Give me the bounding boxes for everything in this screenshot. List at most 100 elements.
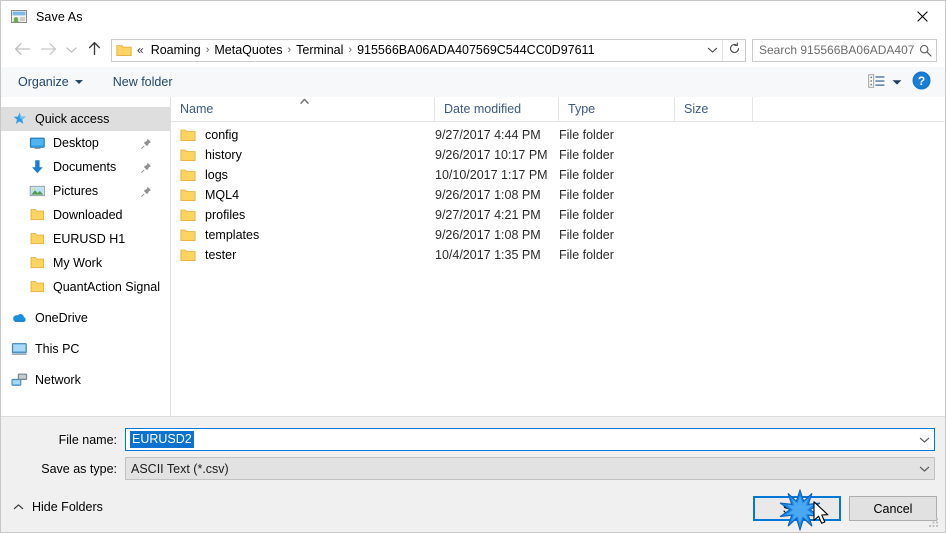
table-row[interactable]: profiles 9/27/2017 4:21 PM File folder	[171, 205, 945, 225]
file-date-cell: 9/26/2017 1:08 PM	[435, 228, 541, 242]
back-arrow-icon	[14, 42, 31, 59]
this-pc-icon	[11, 341, 28, 357]
sidebar-item-network[interactable]: Network	[1, 368, 170, 392]
sidebar-item-my-work[interactable]: My Work	[1, 251, 170, 275]
column-header-type[interactable]: Type	[559, 97, 675, 121]
change-view-button[interactable]	[863, 71, 907, 94]
organize-button[interactable]: Organize	[11, 71, 90, 93]
sidebar-item-documents[interactable]: Documents	[1, 155, 170, 179]
chevron-down-icon	[919, 462, 930, 476]
chevron-down-icon	[65, 43, 77, 57]
breadcrumb-item-terminal[interactable]: Terminal	[293, 41, 346, 59]
chevron-down-icon	[74, 80, 83, 84]
new-folder-button[interactable]: New folder	[106, 71, 180, 93]
pin-icon	[141, 138, 152, 149]
sidebar-item-eurusd-h1[interactable]: EURUSD H1	[1, 227, 170, 251]
sidebar-item-onedrive[interactable]: OneDrive	[1, 306, 170, 330]
table-row[interactable]: logs 10/10/2017 1:17 PM File folder	[171, 165, 945, 185]
file-date-cell: 9/26/2017 10:17 PM	[435, 148, 548, 162]
star-pin-icon	[11, 111, 28, 127]
sidebar-item-pictures[interactable]: Pictures	[1, 179, 170, 203]
folder-icon	[29, 255, 46, 271]
file-name-dropdown-button[interactable]	[914, 433, 934, 447]
organize-label: Organize	[18, 75, 69, 89]
sidebar-item-this-pc[interactable]: This PC	[1, 337, 170, 361]
save-as-type-label: Save as type:	[41, 461, 117, 476]
save-button-label: Save	[782, 501, 812, 516]
svg-text:?: ?	[917, 74, 924, 88]
table-row[interactable]: history 9/26/2017 10:17 PM File folder	[171, 145, 945, 165]
sidebar-item-label: Network	[35, 373, 81, 387]
refresh-button[interactable]	[722, 39, 745, 61]
file-type-cell: File folder	[559, 248, 614, 262]
up-button[interactable]	[81, 37, 107, 63]
file-type-cell: File folder	[559, 148, 614, 162]
sidebar-item-label: Downloaded	[53, 208, 123, 222]
file-name-input[interactable]: EURUSD2	[125, 428, 935, 451]
breadcrumb-overflow[interactable]: «	[132, 43, 148, 57]
breadcrumb-separator-icon[interactable]: ›	[204, 44, 212, 56]
table-row[interactable]: MQL4 9/26/2017 1:08 PM File folder	[171, 185, 945, 205]
save-as-type-dropdown-button[interactable]	[914, 462, 934, 476]
table-row[interactable]: tester 10/4/2017 1:35 PM File folder	[171, 245, 945, 265]
sidebar-item-label: EURUSD H1	[53, 232, 126, 246]
file-name-cell: logs	[171, 165, 435, 185]
table-row[interactable]: config 9/27/2017 4:44 PM File folder	[171, 125, 945, 145]
forward-button[interactable]	[35, 37, 61, 63]
recent-locations-button[interactable]	[61, 37, 81, 63]
folder-icon	[29, 207, 46, 223]
sidebar-item-downloaded[interactable]: Downloaded	[1, 203, 170, 227]
breadcrumb-item-metaquotes[interactable]: MetaQuotes	[211, 41, 285, 59]
file-name-cell: profiles	[171, 205, 435, 225]
file-name-label: tester	[205, 248, 237, 262]
search-box[interactable]: Search 915566BA06ADA40756...	[752, 38, 937, 62]
new-folder-label: New folder	[112, 75, 173, 89]
file-size-cell	[675, 145, 753, 165]
resize-grip-icon[interactable]	[927, 515, 941, 529]
hide-folders-button[interactable]: Hide Folders	[13, 500, 103, 514]
chevron-down-icon	[892, 75, 902, 89]
file-size-cell	[675, 205, 753, 225]
save-as-type-select[interactable]: ASCII Text (*.csv)	[125, 457, 935, 480]
navigation-bar: « Roaming › MetaQuotes › Terminal › 9155…	[1, 33, 945, 67]
column-header-date-modified[interactable]: Date modified	[435, 97, 559, 121]
folder-icon	[180, 128, 196, 142]
chevron-down-icon	[707, 43, 718, 57]
breadcrumb-item-guid[interactable]: 915566BA06ADA407569C544CC0D97611	[354, 41, 597, 59]
pin-icon	[141, 162, 152, 173]
sidebar-item-desktop[interactable]: Desktop	[1, 131, 170, 155]
sidebar-item-quantaction-signal[interactable]: QuantAction Signal	[1, 275, 170, 299]
help-button[interactable]: ?	[911, 71, 931, 92]
column-header-size[interactable]: Size	[675, 97, 753, 121]
sidebar-item-quick-access[interactable]: Quick access	[1, 107, 170, 131]
pictures-icon	[29, 183, 46, 199]
file-type-cell: File folder	[559, 168, 614, 182]
address-bar[interactable]: « Roaming › MetaQuotes › Terminal › 9155…	[111, 38, 746, 62]
title-bar: Save As	[1, 1, 945, 33]
folder-icon	[180, 168, 196, 182]
table-row[interactable]: templates 9/26/2017 1:08 PM File folder	[171, 225, 945, 245]
file-size-cell	[675, 225, 753, 245]
chevron-up-icon	[13, 500, 24, 514]
file-date-cell: 9/26/2017 1:08 PM	[435, 188, 541, 202]
file-name-cell: MQL4	[171, 185, 435, 205]
address-dropdown-button[interactable]	[702, 40, 722, 61]
breadcrumb-item-roaming[interactable]: Roaming	[148, 41, 204, 59]
breadcrumb-separator-icon[interactable]: ›	[285, 44, 293, 56]
forward-arrow-icon	[40, 42, 57, 59]
save-as-type-value: ASCII Text (*.csv)	[131, 461, 229, 476]
folder-icon	[180, 208, 196, 222]
breadcrumb-separator-icon[interactable]: ›	[346, 44, 354, 56]
back-button[interactable]	[9, 37, 35, 63]
close-button[interactable]	[899, 1, 945, 32]
save-form: File name: EURUSD2 Save as type: ASCII T…	[1, 416, 945, 491]
search-input[interactable]: Search 915566BA06ADA40756...	[753, 43, 914, 57]
sidebar-item-label: OneDrive	[35, 311, 88, 325]
command-bar: Organize New folder ?	[1, 67, 945, 98]
cancel-button[interactable]: Cancel	[849, 496, 937, 521]
refresh-icon	[728, 42, 741, 58]
sidebar-item-label: QuantAction Signal	[53, 280, 161, 294]
save-button[interactable]: Save	[753, 496, 841, 521]
sidebar-item-label: My Work	[53, 256, 103, 270]
search-icon[interactable]	[914, 44, 936, 57]
